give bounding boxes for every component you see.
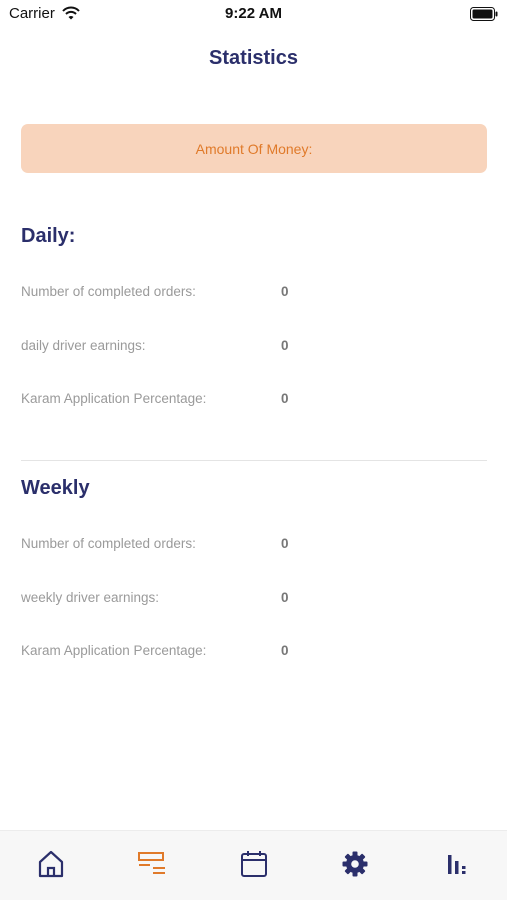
daily-completed-orders-value: 0 xyxy=(281,284,289,299)
weekly-driver-earnings-value: 0 xyxy=(281,590,289,605)
weekly-app-percentage-value: 0 xyxy=(281,643,289,658)
weekly-driver-earnings-label: weekly driver earnings: xyxy=(21,590,160,605)
tab-statistics[interactable] xyxy=(440,851,474,881)
status-time: 9:22 AM xyxy=(225,5,282,22)
orders-list-icon xyxy=(137,851,167,882)
weekly-app-percentage-label: Karam Application Percentage: xyxy=(21,643,207,658)
weekly-completed-orders-value: 0 xyxy=(281,536,289,551)
home-icon xyxy=(38,850,64,883)
tab-bar xyxy=(0,830,507,900)
status-bar: Carrier 9:22 AM xyxy=(0,0,507,28)
weekly-section-title: Weekly xyxy=(21,477,90,499)
weekly-completed-orders-label: Number of completed orders: xyxy=(21,536,196,551)
gear-icon xyxy=(342,851,368,882)
daily-completed-orders-label: Number of completed orders: xyxy=(21,284,196,299)
amount-of-money-label: Amount Of Money: xyxy=(195,140,313,157)
calendar-icon xyxy=(240,850,268,883)
section-divider xyxy=(21,460,487,461)
tab-orders[interactable] xyxy=(135,851,169,881)
amount-of-money-card: Amount Of Money: xyxy=(21,124,487,173)
tab-settings[interactable] xyxy=(338,851,372,881)
tab-calendar[interactable] xyxy=(237,850,271,883)
page-title: Statistics xyxy=(209,47,298,69)
daily-section-title: Daily: xyxy=(21,225,76,247)
tab-home[interactable] xyxy=(34,850,68,883)
daily-app-percentage-label: Karam Application Percentage: xyxy=(21,391,207,406)
daily-driver-earnings-value: 0 xyxy=(281,338,289,353)
battery-icon xyxy=(470,7,498,26)
daily-driver-earnings-label: daily driver earnings: xyxy=(21,338,146,353)
daily-app-percentage-value: 0 xyxy=(281,391,289,406)
statistics-bars-icon xyxy=(447,853,467,880)
